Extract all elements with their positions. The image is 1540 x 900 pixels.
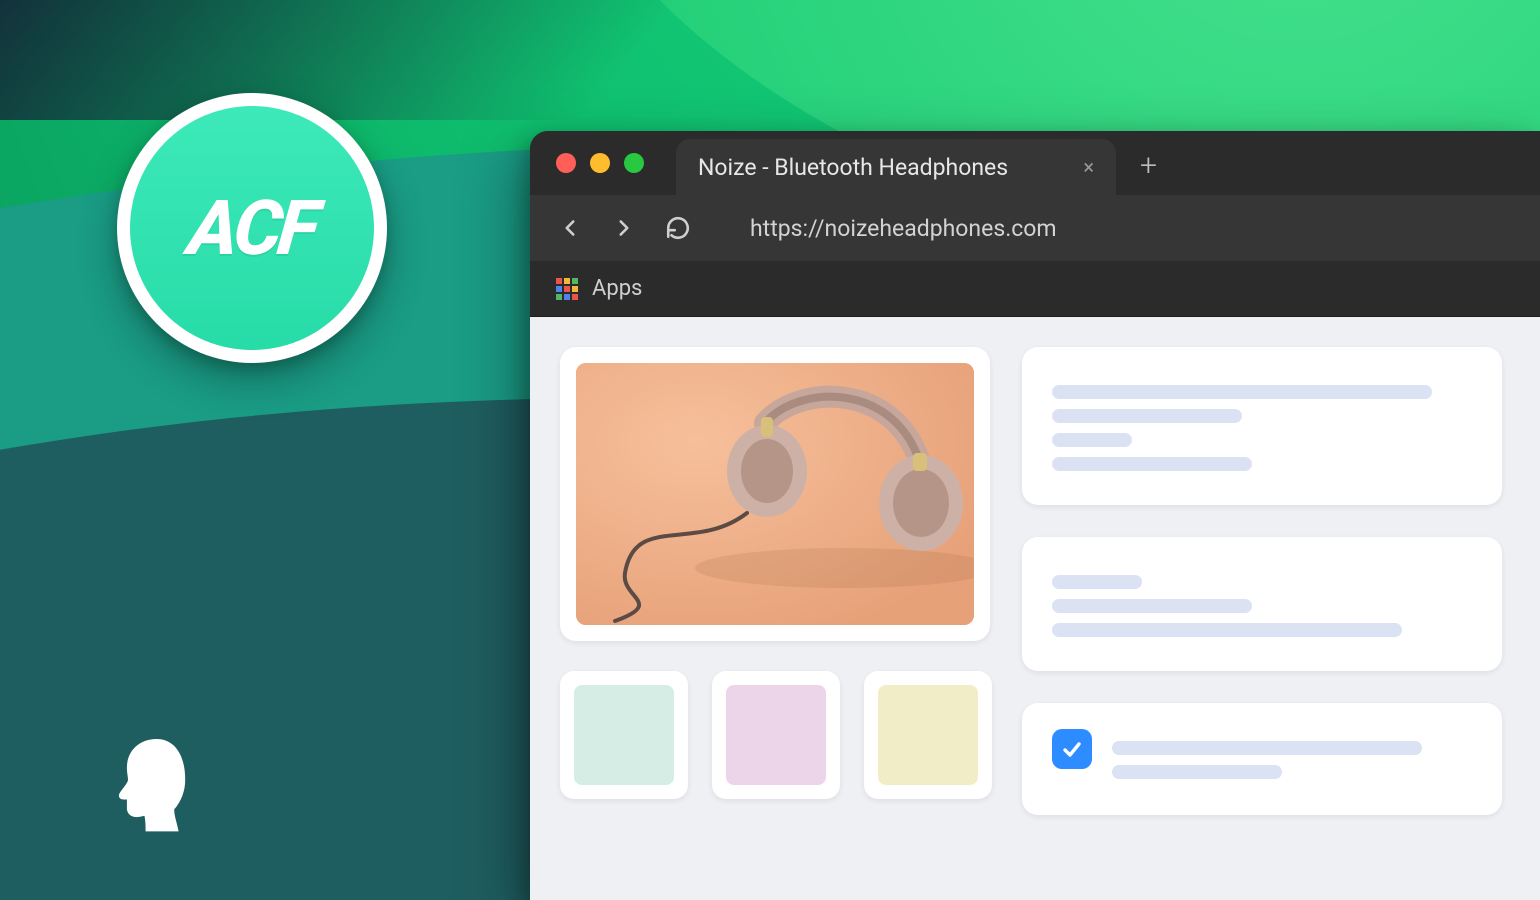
browser-tab[interactable]: Noize - Bluetooth Headphones × [676, 139, 1116, 195]
product-image [576, 363, 974, 625]
apps-grid-icon[interactable] [556, 278, 578, 300]
acf-logo-badge: ACF [117, 93, 387, 363]
color-swatch-card[interactable] [712, 671, 840, 799]
checkbox-panel [1022, 703, 1502, 815]
nav-reload-icon[interactable] [664, 214, 692, 242]
placeholder-line [1052, 385, 1432, 399]
detail-panel [1022, 347, 1502, 505]
color-swatch-row [560, 671, 990, 799]
window-close-icon[interactable] [556, 153, 576, 173]
placeholder-line [1052, 457, 1252, 471]
browser-toolbar: https://noizeheadphones.com [530, 195, 1540, 261]
color-swatch [574, 685, 674, 785]
tab-title: Noize - Bluetooth Headphones [698, 154, 1008, 181]
nav-back-icon[interactable] [556, 214, 584, 242]
product-hero-card [560, 347, 990, 641]
color-swatch [878, 685, 978, 785]
color-swatch [726, 685, 826, 785]
window-zoom-icon[interactable] [624, 153, 644, 173]
bookmarks-bar: Apps [530, 261, 1540, 317]
detail-panel [1022, 537, 1502, 671]
checkbox-checked-icon[interactable] [1052, 729, 1092, 769]
new-tab-button[interactable]: + [1140, 151, 1157, 181]
window-minimize-icon[interactable] [590, 153, 610, 173]
placeholder-line [1052, 433, 1132, 447]
acf-logo-text: ACF [185, 190, 319, 266]
placeholder-line [1052, 623, 1402, 637]
color-swatch-card[interactable] [864, 671, 992, 799]
address-bar[interactable]: https://noizeheadphones.com [748, 209, 1388, 248]
window-controls [556, 153, 644, 173]
placeholder-line [1052, 575, 1142, 589]
placeholder-line [1112, 765, 1282, 779]
placeholder-line [1052, 599, 1252, 613]
placeholder-line [1052, 409, 1242, 423]
placeholder-line [1112, 741, 1422, 755]
color-swatch-card[interactable] [560, 671, 688, 799]
bookmarks-apps-label[interactable]: Apps [592, 276, 642, 301]
tab-close-icon[interactable]: × [1083, 157, 1094, 177]
browser-window: Noize - Bluetooth Headphones × + https:/… [530, 131, 1540, 900]
browser-tabbar: Noize - Bluetooth Headphones × + [530, 131, 1540, 195]
head-silhouette-icon [95, 728, 205, 838]
page-viewport [530, 317, 1540, 900]
nav-forward-icon[interactable] [610, 214, 638, 242]
